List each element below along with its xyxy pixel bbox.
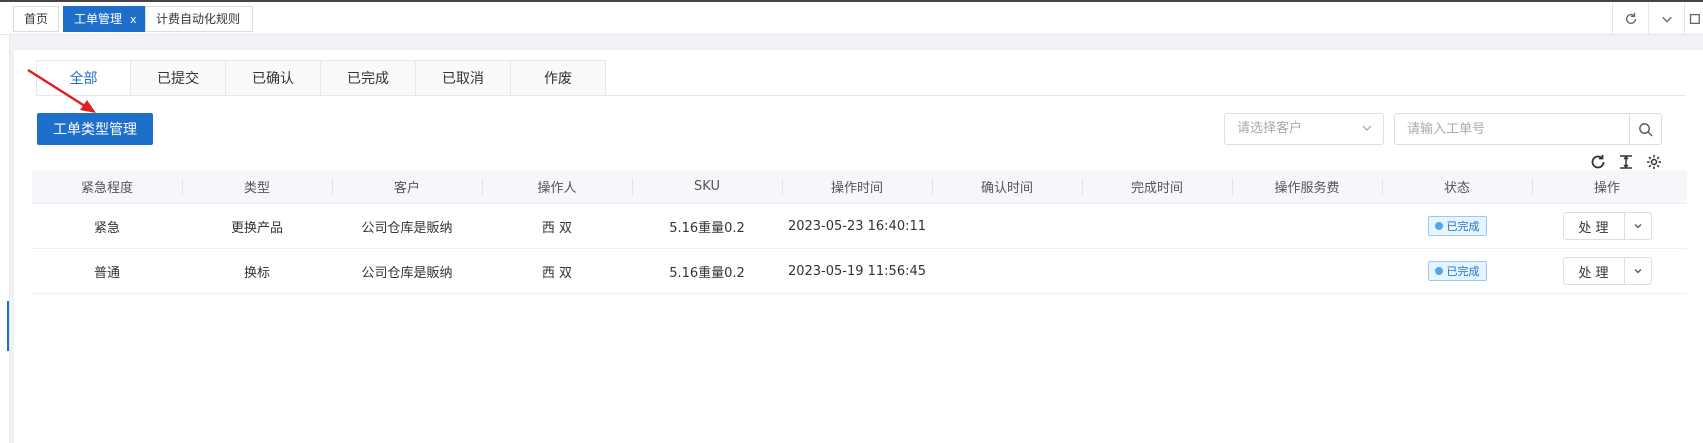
order-number-input[interactable] [1395, 114, 1625, 144]
status-badge: 已完成 [1427, 216, 1487, 236]
refresh-table-button[interactable] [1589, 153, 1607, 171]
tab-completed[interactable]: 已完成 [321, 60, 416, 96]
refresh-icon [1625, 12, 1636, 24]
page-tab-billing-rules[interactable]: 计费自动化规则 [145, 6, 253, 32]
column-header: 操作时间 [782, 170, 932, 203]
tab-submitted[interactable]: 已提交 [131, 60, 226, 96]
urgency-cell: 紧急 [93, 220, 120, 236]
page-tab-work-orders[interactable]: 工单管理 x [63, 6, 148, 32]
search-button[interactable] [1629, 114, 1661, 144]
chevron-down-icon [1661, 16, 1672, 23]
close-icon[interactable]: x [130, 13, 137, 26]
urgency-cell: 普通 [93, 265, 120, 281]
fullscreen-button[interactable] [1684, 2, 1703, 35]
finish-time-cell [1082, 204, 1232, 248]
action-dropdown-button[interactable] [1623, 213, 1651, 239]
page-tab-bar: 首页 工单管理 x 计费自动化规则 [0, 0, 1703, 35]
status-dot-icon [1434, 267, 1443, 275]
column-height-icon [1620, 155, 1632, 169]
status-dot-icon [1434, 222, 1443, 230]
column-header: SKU [632, 170, 782, 203]
refresh-tabs-button[interactable] [1612, 2, 1648, 35]
fullscreen-icon [1689, 13, 1700, 24]
gear-icon [1647, 155, 1661, 169]
sku-cell: 5.16重量0.2 [669, 220, 745, 236]
confirm-time-cell [932, 204, 1082, 248]
search-icon [1639, 122, 1653, 137]
action-cell: 处 理 [1532, 204, 1682, 248]
status-text: 已完成 [1446, 220, 1480, 233]
table-row: 普通 换标 公司仓库是販纳 西 双 5.16重量0.2 2023-05-19 1… [32, 249, 1687, 294]
column-header: 类型 [182, 170, 332, 203]
chevron-down-icon [1634, 224, 1641, 229]
column-header: 客户 [332, 170, 482, 203]
action-cell: 处 理 [1532, 249, 1682, 293]
status-badge: 已完成 [1427, 261, 1487, 281]
tabs-dropdown-button[interactable] [1648, 2, 1684, 35]
page-tab-label: 首页 [24, 12, 49, 26]
table-settings-button[interactable] [1645, 153, 1663, 171]
table-row: 紧急 更换产品 公司仓库是販纳 西 双 5.16重量0.2 2023-05-23… [32, 204, 1687, 249]
action-dropdown-button[interactable] [1623, 258, 1651, 284]
tab-confirmed[interactable]: 已确认 [226, 60, 321, 96]
tab-cancelled[interactable]: 已取消 [416, 60, 511, 96]
work-order-type-manage-button[interactable]: 工单类型管理 [37, 113, 153, 145]
fee-cell [1232, 204, 1382, 248]
tab-voided[interactable]: 作废 [511, 60, 606, 96]
status-text: 已完成 [1446, 265, 1480, 278]
type-cell: 更换产品 [230, 220, 283, 236]
customer-select[interactable]: 请选择客户 [1224, 113, 1384, 145]
operator-cell: 西 双 [541, 220, 573, 236]
finish-time-cell [1082, 249, 1232, 293]
page-tab-label: 工单管理 [74, 12, 123, 26]
page-tab-label: 计费自动化规则 [156, 12, 241, 26]
column-header: 确认时间 [932, 170, 1082, 203]
customer-cell: 公司仓库是販纳 [361, 220, 453, 236]
process-button[interactable]: 处 理 [1564, 213, 1624, 239]
op-time-cell: 2023-05-19 11:56:45 [787, 263, 927, 279]
chevron-down-icon [1634, 269, 1641, 274]
confirm-time-cell [932, 249, 1082, 293]
action-group: 处 理 [1562, 257, 1652, 285]
main-panel: 全部 已提交 已确认 已完成 已取消 作废 工单类型管理 请选择客户 紧急程度 [14, 50, 1703, 443]
work-order-table: 紧急程度 类型 客户 操作人 SKU 操作时间 确认时间 完成时间 操作服务费 … [32, 170, 1687, 294]
tab-all[interactable]: 全部 [36, 60, 131, 96]
operator-cell: 西 双 [541, 265, 573, 281]
refresh-icon [1591, 155, 1605, 169]
sidebar-strip [0, 35, 10, 443]
status-cell: 已完成 [1382, 204, 1532, 248]
status-tabs: 全部 已提交 已确认 已完成 已取消 作废 [36, 60, 606, 96]
column-height-button[interactable] [1617, 153, 1635, 171]
column-header: 完成时间 [1082, 170, 1232, 203]
customer-cell: 公司仓库是販纳 [361, 265, 453, 281]
table-tools [1589, 153, 1663, 171]
action-group: 处 理 [1562, 212, 1652, 240]
status-cell: 已完成 [1382, 249, 1532, 293]
page-tab-home[interactable]: 首页 [13, 6, 60, 32]
sku-cell: 5.16重量0.2 [669, 265, 745, 281]
op-time-cell: 2023-05-23 16:40:11 [787, 218, 927, 234]
order-search-box [1394, 113, 1662, 145]
column-header: 操作 [1532, 170, 1682, 203]
process-button[interactable]: 处 理 [1564, 258, 1624, 284]
column-header: 状态 [1382, 170, 1532, 203]
column-header: 操作人 [482, 170, 632, 203]
table-header: 紧急程度 类型 客户 操作人 SKU 操作时间 确认时间 完成时间 操作服务费 … [32, 170, 1687, 204]
chevron-down-icon [1361, 114, 1373, 156]
column-header: 紧急程度 [80, 181, 133, 196]
type-cell: 换标 [243, 265, 270, 281]
tabs-divider [36, 95, 1686, 96]
customer-select-placeholder: 请选择客户 [1237, 121, 1303, 136]
column-header: 操作服务费 [1232, 170, 1382, 203]
fee-cell [1232, 249, 1382, 293]
sidebar-active-marker [7, 301, 9, 351]
